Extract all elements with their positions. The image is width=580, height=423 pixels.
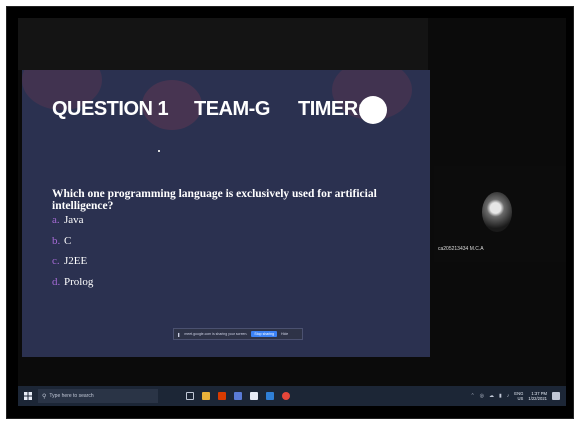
- task-view-icon[interactable]: [186, 392, 194, 400]
- participant-name: ca205213434 M.C.A: [438, 246, 484, 252]
- answer-option: a. Java: [52, 210, 93, 231]
- meeting-screen: QUESTION 1 TEAM-G TIMER: Which one progr…: [18, 18, 566, 386]
- app-icon[interactable]: [234, 392, 242, 400]
- network-icon[interactable]: ◎: [480, 393, 484, 399]
- system-tray: ⌃ ◎ ☁ ▮ ♪ ENG US 1:37 PM 1/22/2021: [470, 391, 566, 401]
- search-placeholder: Type here to search: [49, 393, 94, 399]
- stop-sharing-button[interactable]: Stop sharing: [251, 331, 278, 337]
- search-icon: ⚲: [42, 393, 47, 400]
- answer-option: d. Prolog: [52, 272, 93, 293]
- windows-taskbar: ⚲ Type here to search ⌃ ◎ ☁ ▮ ♪ ENG US 1…: [18, 386, 566, 406]
- participant-video: [482, 192, 512, 232]
- top-band: [18, 18, 428, 70]
- share-message: meet.google.com is sharing your screen.: [184, 332, 248, 336]
- question-number-heading: QUESTION 1: [52, 98, 169, 120]
- team-heading: TEAM-G: [194, 98, 270, 120]
- language-indicator[interactable]: ENG US: [514, 391, 523, 401]
- answer-option: c. J2EE: [52, 251, 93, 272]
- volume-icon[interactable]: ♪: [507, 393, 510, 399]
- hide-button[interactable]: Hide: [281, 332, 288, 336]
- pause-icon: ❚: [177, 331, 181, 337]
- option-letter: c.: [52, 255, 60, 268]
- timer-heading: TIMER:: [298, 98, 364, 120]
- option-text: Prolog: [64, 275, 94, 288]
- mouse-cursor: [158, 150, 160, 152]
- screen-share-notification: ❚ meet.google.com is sharing your screen…: [173, 328, 303, 340]
- store-icon[interactable]: [250, 392, 258, 400]
- taskbar-search[interactable]: ⚲ Type here to search: [38, 389, 158, 403]
- office-icon[interactable]: [218, 392, 226, 400]
- option-text: J2EE: [64, 255, 88, 268]
- battery-icon[interactable]: ▮: [499, 393, 502, 399]
- notification-icon[interactable]: [552, 392, 560, 400]
- timer-circle: [359, 96, 387, 124]
- mail-icon[interactable]: [266, 392, 274, 400]
- option-text: Java: [64, 214, 84, 227]
- question-text: Which one programming language is exclus…: [52, 188, 377, 212]
- region-text: US: [517, 396, 524, 401]
- option-letter: d.: [52, 275, 61, 288]
- chrome-icon[interactable]: [282, 392, 290, 400]
- windows-logo-icon: [24, 392, 32, 400]
- option-letter: a.: [52, 214, 60, 227]
- clock[interactable]: 1:37 PM 1/22/2021: [528, 391, 547, 401]
- option-text: C: [64, 234, 72, 247]
- date-text: 1/22/2021: [528, 396, 547, 401]
- file-explorer-icon[interactable]: [202, 392, 210, 400]
- chevron-up-icon[interactable]: ⌃: [470, 393, 474, 399]
- participant-tile[interactable]: ca205213434 M.C.A: [434, 166, 566, 262]
- pinned-apps: [186, 392, 290, 400]
- answer-options: a. Java b. C c. J2EE d. Prolog: [52, 210, 93, 292]
- cloud-icon[interactable]: ☁: [489, 393, 494, 399]
- start-button[interactable]: [18, 386, 38, 406]
- presentation-slide: QUESTION 1 TEAM-G TIMER: Which one progr…: [22, 70, 430, 357]
- option-letter: b.: [52, 234, 61, 247]
- answer-option: b. C: [52, 231, 93, 252]
